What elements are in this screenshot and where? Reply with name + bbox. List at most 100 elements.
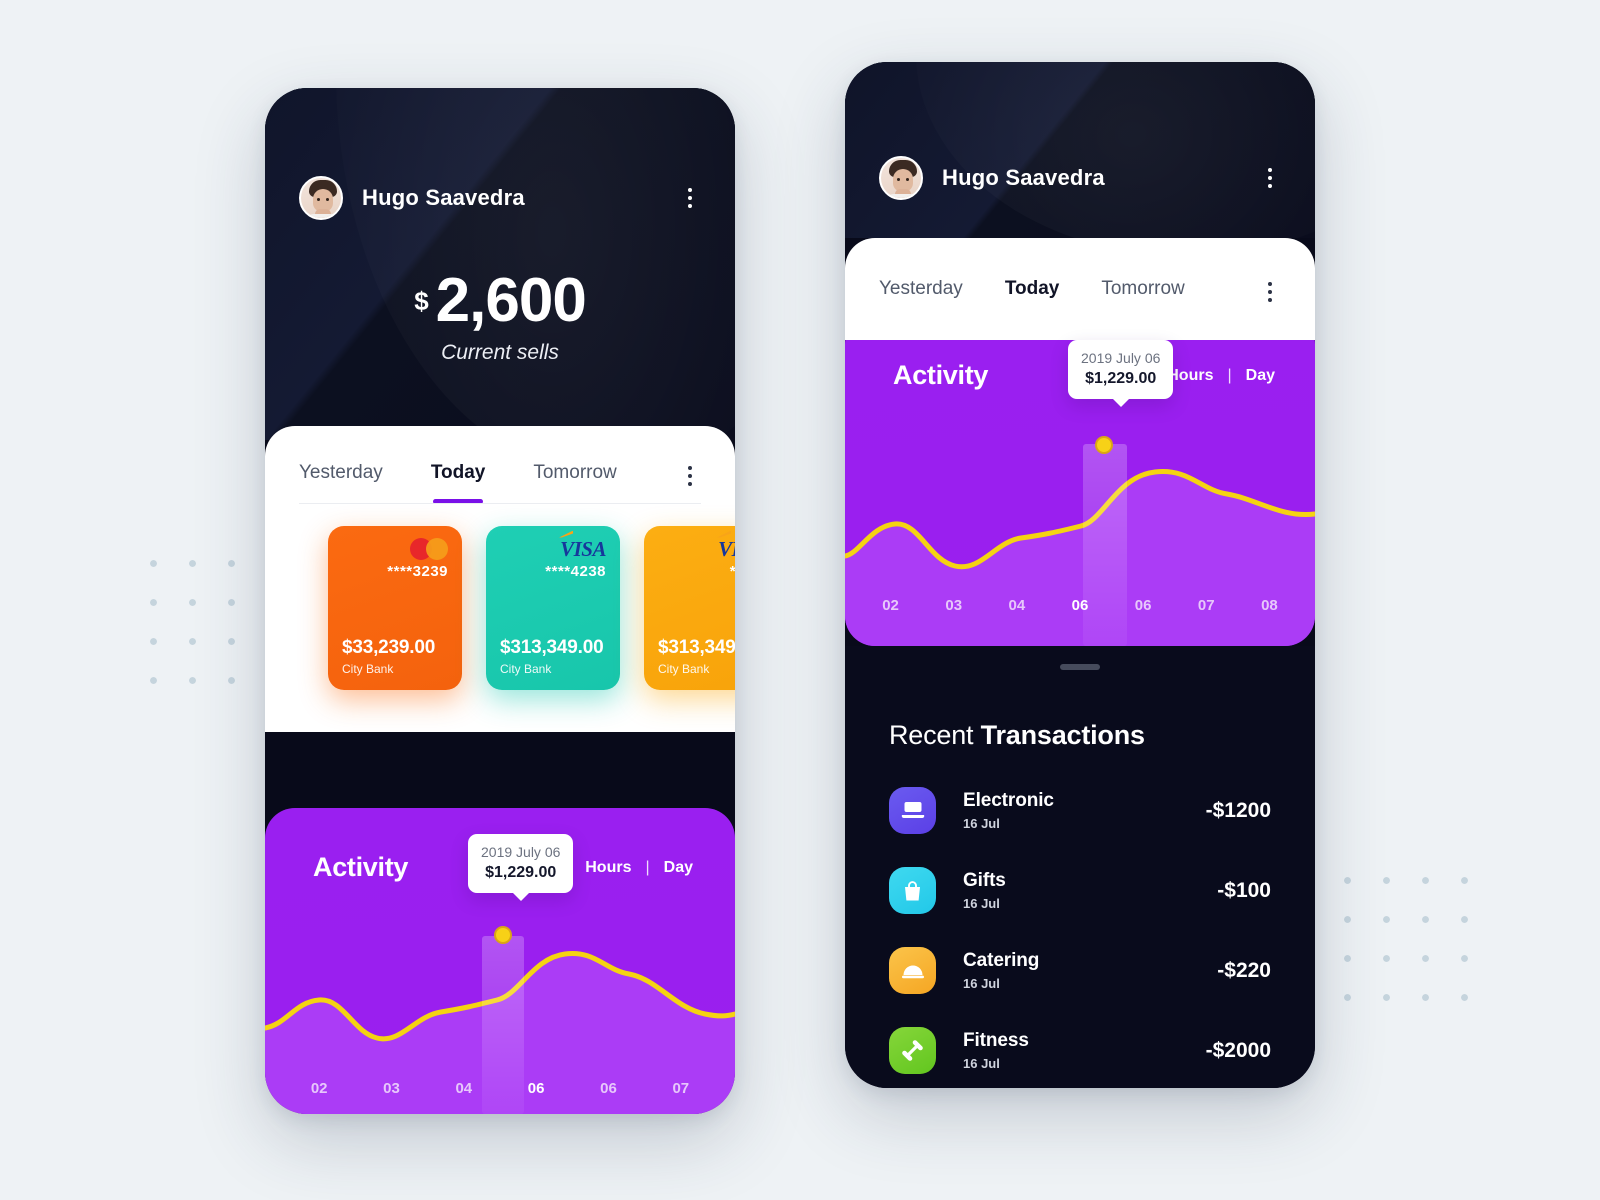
tab-yesterday-label: Yesterday <box>879 278 963 299</box>
amount-caption: Current sells <box>441 341 559 364</box>
chart-x-axis: 02 03 04 06 06 07 08 <box>845 597 1315 614</box>
transaction-meta: Fitness 16 Jul <box>963 1030 1029 1071</box>
avatar[interactable] <box>299 176 343 220</box>
food-dome-glyph <box>901 965 924 979</box>
heading-bold: Transactions <box>980 720 1145 750</box>
x-tick: 02 <box>310 1080 328 1097</box>
visa-icon: VISA <box>560 536 606 561</box>
tooltip-date: 2019 July 06 <box>1081 350 1161 366</box>
transaction-date: 16 Jul <box>963 816 1000 831</box>
chart-highlight-band <box>1083 444 1127 646</box>
activity-card: Activity Hours | Day 2019 July 06 $1,229… <box>265 808 735 1114</box>
bank-card[interactable]: VISA ****4238 $313,349.00 City Bank <box>486 526 620 690</box>
heading-light: Recent <box>889 720 981 750</box>
tab-tomorrow[interactable]: Tomorrow <box>1101 278 1184 306</box>
chart-data-point-marker[interactable] <box>1095 436 1113 454</box>
card-number: ****4 <box>658 563 735 580</box>
x-tick-active: 06 <box>1071 597 1089 614</box>
activity-range-toggle[interactable]: Hours | Day <box>1167 367 1275 385</box>
tabs-overflow-kebab-icon[interactable] <box>679 463 701 489</box>
x-tick-active: 06 <box>527 1080 545 1097</box>
tooltip-value: $1,229.00 <box>1085 370 1157 387</box>
card-bank-name: City Bank <box>500 662 552 676</box>
tab-tomorrow-label: Tomorrow <box>1101 278 1185 299</box>
chart-tooltip: 2019 July 06 $1,229.00 <box>468 834 574 893</box>
left-header-user-row: Hugo Saavedra <box>299 176 701 220</box>
dumbbell-icon <box>889 1027 936 1074</box>
x-tick: 06 <box>600 1080 617 1097</box>
tab-today-label: Today <box>1004 278 1060 299</box>
kebab-menu-icon[interactable] <box>1259 165 1281 191</box>
toggle-separator: | <box>645 858 650 876</box>
transaction-meta: Electronic 16 Jul <box>963 790 1054 831</box>
transaction-row[interactable]: Electronic 16 Jul -$1200 <box>889 787 1271 834</box>
x-tick: 07 <box>1197 597 1215 614</box>
toggle-day[interactable]: Day <box>664 859 693 877</box>
bank-card[interactable]: VISA ****4 $313,349. City Bank <box>644 526 735 690</box>
right-header: Hugo Saavedra <box>845 62 1315 238</box>
tab-yesterday[interactable]: Yesterday <box>299 462 383 490</box>
tab-today[interactable]: Today <box>430 462 486 504</box>
tabs-overflow-kebab-icon[interactable] <box>1259 279 1281 305</box>
tab-today[interactable]: Today <box>1005 278 1060 306</box>
phone-screen-left: Hugo Saavedra $ 2,600 Current sells Yest… <box>265 88 735 1114</box>
transaction-row[interactable]: Fitness 16 Jul -$2000 <box>889 1027 1271 1074</box>
card-number: ****3239 <box>387 563 448 580</box>
sheet-drag-handle[interactable] <box>1060 664 1100 670</box>
card-number: ****4238 <box>545 563 606 580</box>
transaction-name: Fitness <box>963 1030 1029 1051</box>
cards-carousel[interactable]: ****3239 $33,239.00 City Bank VISA ****4… <box>265 490 735 732</box>
toggle-day[interactable]: Day <box>1246 367 1275 385</box>
transaction-row[interactable]: Gifts 16 Jul -$100 <box>889 867 1271 914</box>
user-name: Hugo Saavedra <box>942 165 1105 190</box>
activity-chart[interactable]: 2019 July 06 $1,229.00 02 03 04 06 06 07 <box>265 834 735 1114</box>
chart-x-axis: 02 03 04 06 06 07 <box>265 1080 735 1097</box>
currency-symbol: $ <box>414 286 429 316</box>
right-header-user-row: Hugo Saavedra <box>879 156 1281 200</box>
cards-strip: ****3239 $33,239.00 City Bank VISA ****4… <box>265 490 735 732</box>
tooltip-date: 2019 July 06 <box>481 844 561 860</box>
transaction-amount: -$220 <box>1217 958 1271 982</box>
card-balance: $33,239.00 <box>342 637 436 658</box>
toggle-hours[interactable]: Hours <box>1167 367 1213 385</box>
transaction-date: 16 Jul <box>963 1056 1000 1071</box>
transaction-meta: Catering 16 Jul <box>963 950 1039 991</box>
laptop-icon <box>889 787 936 834</box>
activity-range-toggle[interactable]: Hours | Day <box>585 859 693 877</box>
current-sells-block: $ 2,600 Current sells <box>299 270 701 365</box>
x-tick: 02 <box>882 597 899 614</box>
card-bank-name: City Bank <box>342 662 394 676</box>
x-tick: 08 <box>1261 597 1278 614</box>
toggle-hours[interactable]: Hours <box>585 859 631 877</box>
tab-today-label: Today <box>430 462 486 483</box>
chart-data-point-marker[interactable] <box>494 926 512 944</box>
transaction-date: 16 Jul <box>963 896 1000 911</box>
x-tick: 04 <box>455 1080 473 1097</box>
transaction-name: Gifts <box>963 870 1006 891</box>
tab-tomorrow-label: Tomorrow <box>533 462 617 483</box>
tab-yesterday-label: Yesterday <box>299 462 383 483</box>
avatar[interactable] <box>879 156 923 200</box>
transaction-meta: Gifts 16 Jul <box>963 870 1006 911</box>
toggle-separator: | <box>1227 366 1232 384</box>
transaction-date: 16 Jul <box>963 976 1000 991</box>
shopping-bag-glyph <box>905 880 920 900</box>
x-tick: 06 <box>1134 597 1152 614</box>
tab-yesterday[interactable]: Yesterday <box>879 278 963 306</box>
transaction-row[interactable]: Catering 16 Jul -$220 <box>889 947 1271 994</box>
x-tick: 07 <box>672 1080 690 1097</box>
card-balance: $313,349. <box>658 637 735 658</box>
amount-value: 2,600 <box>435 266 587 335</box>
tooltip-value: $1,229.00 <box>485 864 557 881</box>
activity-chart[interactable]: 2019 July 06 $1,229.00 02 03 04 06 06 07… <box>845 340 1315 646</box>
x-tick: 04 <box>1008 597 1026 614</box>
card-balance: $313,349.00 <box>500 637 604 658</box>
shopping-bag-icon <box>889 867 936 914</box>
tab-tomorrow[interactable]: Tomorrow <box>533 462 616 490</box>
activity-card: Activity Hours | Day 2019 July 06 $1,229… <box>845 314 1315 646</box>
kebab-menu-icon[interactable] <box>679 185 701 211</box>
bank-card[interactable]: ****3239 $33,239.00 City Bank <box>328 526 462 690</box>
laptop-glyph <box>901 802 924 819</box>
right-tab-sheet: Yesterday Today Tomorrow <box>845 238 1315 340</box>
transaction-name: Catering <box>963 950 1040 971</box>
